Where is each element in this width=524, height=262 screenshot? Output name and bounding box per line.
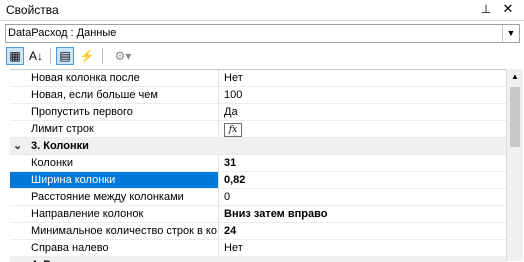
property-row[interactable]: Расстояние между колонками 0 bbox=[10, 189, 506, 206]
column-divider[interactable] bbox=[218, 172, 219, 188]
property-name[interactable]: Новая, если больше чем bbox=[10, 87, 218, 103]
property-name[interactable]: Минимальное количество строк в ко bbox=[10, 223, 218, 239]
property-value[interactable]: 0,82 bbox=[224, 172, 506, 188]
property-row[interactable]: Справа налево Нет bbox=[10, 240, 506, 257]
property-name[interactable]: Пропустить первого bbox=[10, 104, 218, 120]
property-value[interactable]: 100 bbox=[224, 87, 506, 103]
property-row[interactable]: Новая колонка после Нет bbox=[10, 70, 506, 87]
property-row[interactable]: Лимит строк fx bbox=[10, 121, 506, 138]
property-value[interactable]: 31 bbox=[224, 155, 506, 171]
pin-icon[interactable]: ⊥ bbox=[478, 2, 494, 16]
formula-icon[interactable]: fx bbox=[224, 123, 242, 137]
property-name[interactable]: Справа налево bbox=[10, 240, 218, 256]
properties-view-icon[interactable]: ▤ bbox=[56, 47, 74, 65]
column-divider[interactable] bbox=[218, 87, 219, 103]
property-value[interactable]: Нет bbox=[224, 70, 506, 86]
vertical-scrollbar[interactable]: ▲ bbox=[506, 69, 523, 261]
panel-titlebar: Свойства ⊥ ✕ bbox=[0, 0, 524, 21]
column-divider[interactable] bbox=[218, 206, 219, 222]
property-row[interactable]: Направление колонок Вниз затем вправо bbox=[10, 206, 506, 223]
events-lightning-icon[interactable]: ⚡ bbox=[78, 47, 96, 65]
scrollbar-thumb[interactable] bbox=[510, 87, 520, 147]
property-value[interactable]: 24 bbox=[224, 223, 506, 239]
property-row[interactable]: Новая, если больше чем 100 bbox=[10, 87, 506, 104]
column-divider[interactable] bbox=[218, 155, 219, 171]
categorized-view-icon[interactable]: ▦ bbox=[6, 47, 24, 65]
properties-toolbar: ▦ A↓ ▤ ⚡ ⚙▾ bbox=[0, 44, 524, 68]
property-name[interactable]: Колонки bbox=[10, 155, 218, 171]
column-divider[interactable] bbox=[218, 189, 219, 205]
property-name[interactable]: Направление колонок bbox=[10, 206, 218, 222]
toolbar-separator bbox=[50, 48, 51, 64]
column-divider[interactable] bbox=[218, 121, 219, 137]
column-divider[interactable] bbox=[218, 240, 219, 256]
property-value[interactable]: Да bbox=[224, 104, 506, 120]
settings-gear-icon[interactable]: ⚙▾ bbox=[110, 47, 136, 65]
property-name[interactable]: Расстояние между колонками bbox=[10, 189, 218, 205]
category-label: 3. Колонки bbox=[31, 140, 89, 152]
category-row[interactable]: ⌄ 3. Колонки bbox=[10, 138, 506, 155]
chevron-down-icon[interactable]: ▼ bbox=[502, 25, 519, 42]
close-icon[interactable]: ✕ bbox=[500, 1, 516, 17]
object-selector[interactable]: DataРасход : Данные ▼ bbox=[5, 24, 520, 43]
property-row[interactable]: Минимальное количество строк в ко 24 bbox=[10, 223, 506, 240]
property-row[interactable]: Пропустить первого Да bbox=[10, 104, 506, 121]
column-divider[interactable] bbox=[218, 70, 219, 86]
property-name[interactable]: Новая колонка после bbox=[10, 70, 218, 86]
category-label: 4. Расположение bbox=[31, 257, 122, 262]
alphabetical-sort-icon[interactable]: A↓ bbox=[27, 47, 45, 65]
property-name[interactable]: Ширина колонки bbox=[10, 172, 218, 188]
chevron-down-icon[interactable]: ⌄ bbox=[13, 258, 22, 262]
column-divider[interactable] bbox=[218, 104, 219, 120]
panel-title: Свойства bbox=[6, 3, 59, 17]
scroll-up-icon[interactable]: ▲ bbox=[507, 69, 523, 85]
property-value[interactable]: fx bbox=[224, 121, 506, 137]
property-name[interactable]: Лимит строк bbox=[10, 121, 218, 137]
property-row[interactable]: Ширина колонки 0,82 bbox=[10, 172, 506, 189]
chevron-down-icon[interactable]: ⌄ bbox=[13, 139, 22, 152]
property-row[interactable]: Колонки 31 bbox=[10, 155, 506, 172]
column-divider[interactable] bbox=[218, 223, 219, 239]
object-selector-value: DataРасход : Данные bbox=[8, 27, 117, 39]
toolbar-separator bbox=[102, 48, 103, 64]
property-grid: Новая колонка после Нет Новая, если больше… bbox=[10, 69, 506, 262]
property-value[interactable]: 0 bbox=[224, 189, 506, 205]
category-row[interactable]: ⌄ 4. Расположение bbox=[10, 257, 506, 262]
property-value[interactable]: Вниз затем вправо bbox=[224, 206, 506, 222]
property-value[interactable]: Нет bbox=[224, 240, 506, 256]
